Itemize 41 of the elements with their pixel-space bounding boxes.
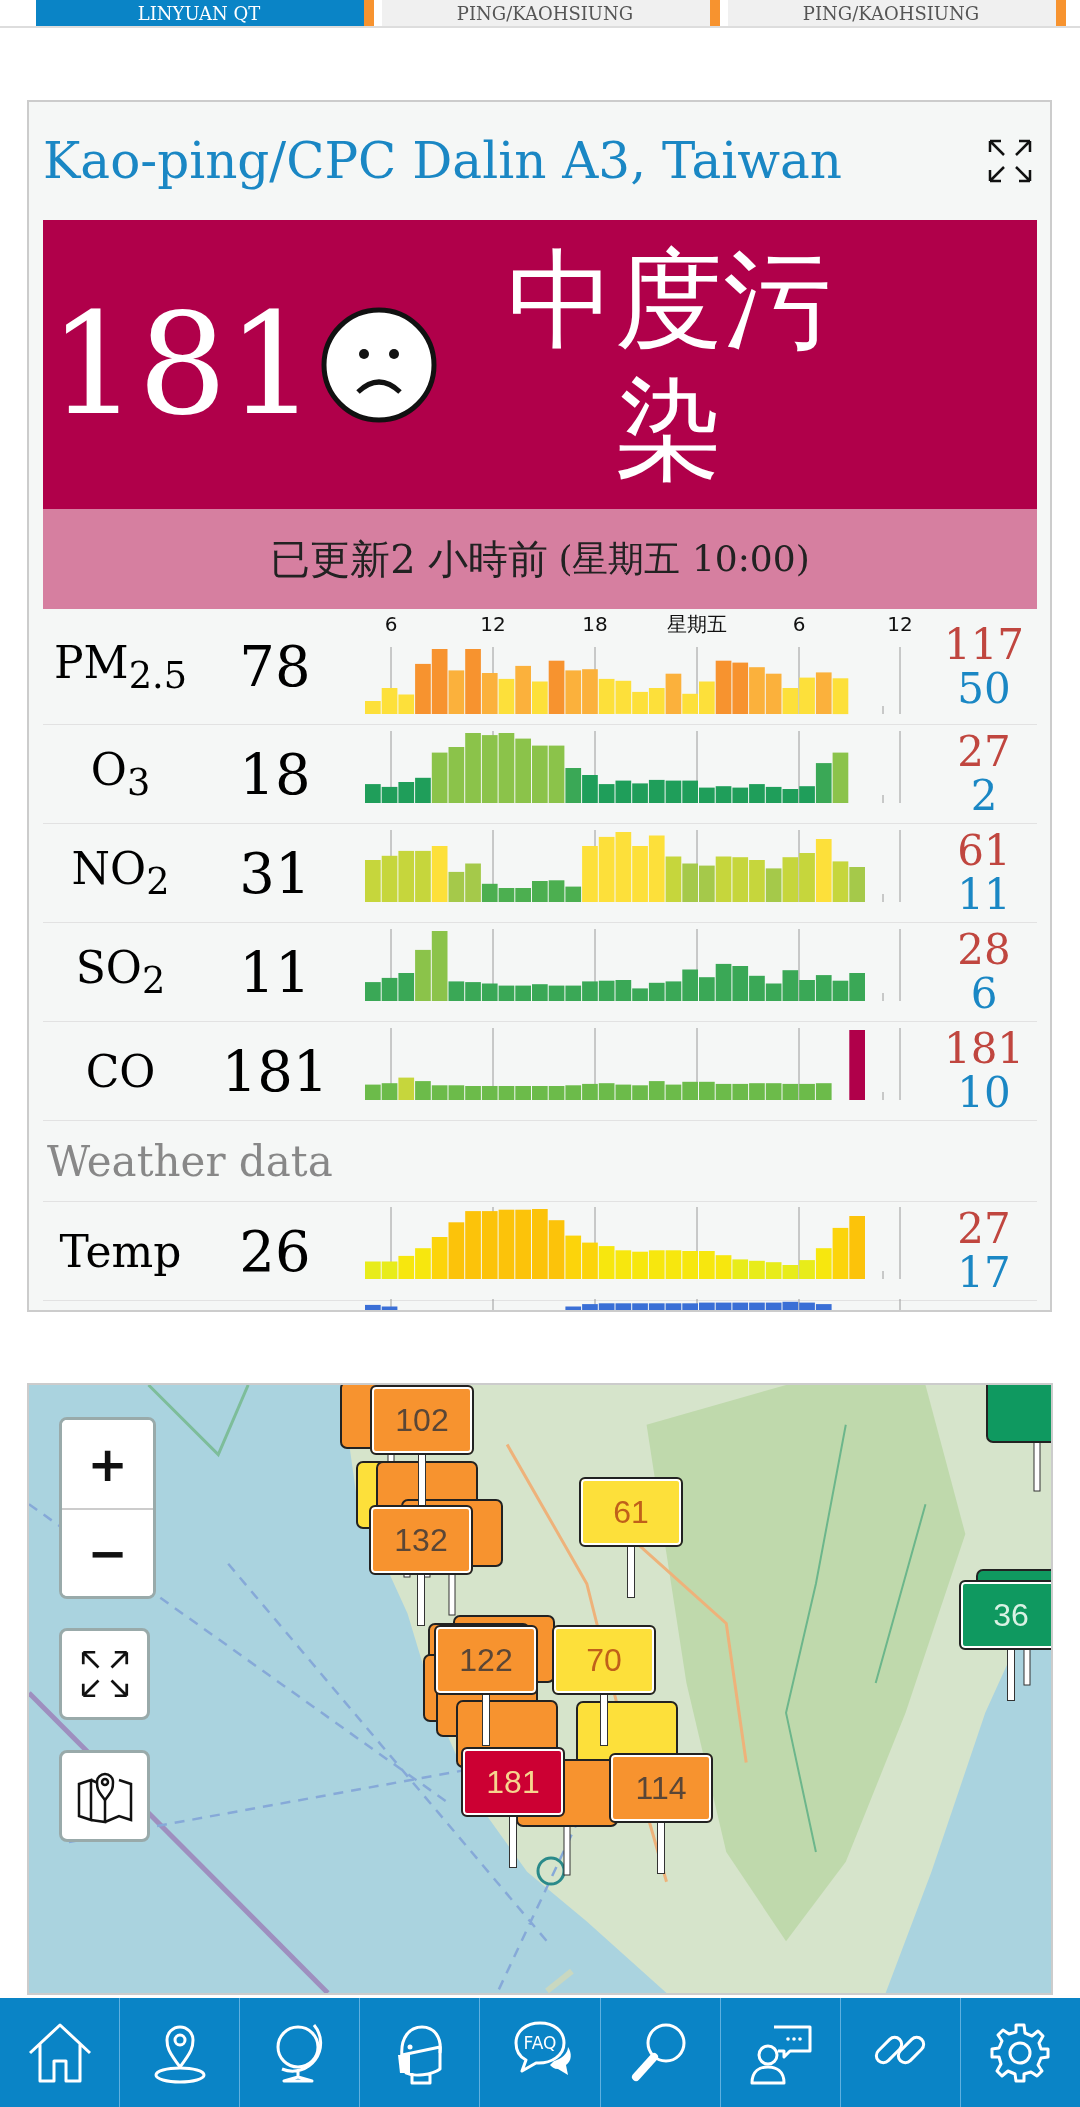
station-tab[interactable]: PING/KAOHSIUNG <box>728 0 1066 26</box>
updated-text: 已更新2 小時前 <box>270 534 549 584</box>
min-value: 17 <box>957 1251 1011 1295</box>
parameter-name: CO <box>84 1045 157 1097</box>
min-value: 11 <box>957 873 1011 917</box>
time-label: 6 <box>792 612 806 636</box>
zoom-out-button[interactable]: − <box>62 1508 153 1596</box>
min-value: 2 <box>970 774 998 818</box>
parameter-name: Temp <box>58 1225 183 1277</box>
time-label: 12 <box>480 612 506 636</box>
min-value: 10 <box>957 1071 1011 1115</box>
time-label: 星期五 <box>667 612 727 636</box>
max-value: 27 <box>957 1207 1011 1251</box>
parameter-value: 26 <box>238 1218 312 1284</box>
parameter-name: SO$_{2}$ <box>74 942 167 1002</box>
update-time: (星期五 10:00) <box>558 536 810 581</box>
station-tab[interactable]: LINYUAN QT <box>36 0 374 26</box>
time-label: 18 <box>582 612 608 636</box>
time-label: 6 <box>384 612 398 636</box>
max-value: 27 <box>957 730 1011 774</box>
faq-label: FAQ <box>523 2032 557 2053</box>
max-value: 28 <box>957 928 1011 972</box>
min-value: 6 <box>970 972 998 1016</box>
station-title: Kao-ping/CPC Dalin A3, Taiwan <box>43 132 843 190</box>
max-value: 61 <box>957 829 1011 873</box>
time-label: 12 <box>887 612 913 636</box>
aqi-level-text: 中度污染 <box>506 235 833 494</box>
max-value: 117 <box>943 622 1025 667</box>
parameter-name: PM$_{2.5}$ <box>53 636 188 697</box>
parameter-name: NO$_{2}$ <box>70 843 171 903</box>
min-value: 50 <box>957 666 1011 711</box>
station-tab[interactable]: PING/KAOHSIUNG <box>382 0 720 26</box>
parameter-value: 31 <box>238 840 312 906</box>
parameter-value: 78 <box>238 634 312 699</box>
section-heading: Weather data <box>43 1121 1037 1202</box>
parameter-value: 181 <box>220 1038 330 1104</box>
parameter-name: O$_{3}$ <box>89 744 152 804</box>
aqi-value: 181 <box>49 294 317 435</box>
max-value: 181 <box>943 1027 1025 1071</box>
parameter-value: 18 <box>238 741 312 807</box>
parameter-value: 11 <box>238 939 312 1005</box>
